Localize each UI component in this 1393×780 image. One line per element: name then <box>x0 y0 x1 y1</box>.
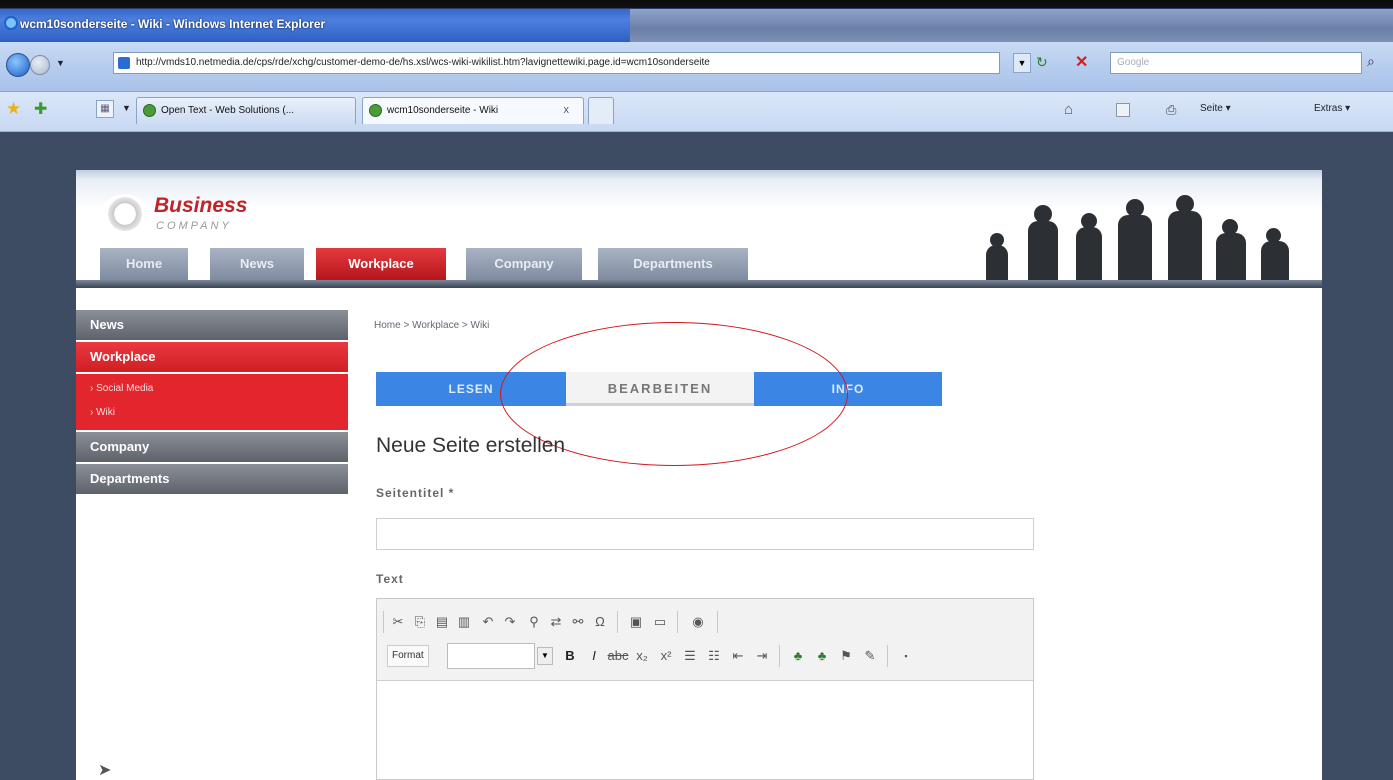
topnav-workplace[interactable]: Workplace <box>316 248 446 280</box>
undo-icon[interactable]: ↶ <box>477 611 499 633</box>
print-icon[interactable]: ⎙ <box>1166 102 1176 118</box>
paste-word-icon[interactable]: ▥ <box>453 611 475 633</box>
sidebar-subitem-wiki[interactable]: › Wiki <box>90 402 348 426</box>
replace-icon[interactable]: ⇄ <box>545 611 567 633</box>
ie-icon <box>4 16 18 30</box>
paste-icon[interactable]: ▤ <box>431 611 453 633</box>
sidebar-subitem-social-media[interactable]: › Social Media <box>90 378 348 402</box>
topnav-departments[interactable]: Departments <box>598 248 748 280</box>
favorites-star-icon[interactable]: ★ <box>6 99 21 119</box>
outdent-icon[interactable]: ⇤ <box>727 645 749 667</box>
tab-list-dropdown-icon[interactable]: ▼ <box>122 103 131 113</box>
back-button[interactable] <box>6 53 30 77</box>
address-url: http://vmds10.netmedia.de/cps/rde/xchg/c… <box>136 57 710 68</box>
link-icon[interactable]: ⚯ <box>567 611 589 633</box>
quick-tabs-icon[interactable]: ▦ <box>96 100 114 118</box>
more-tools-icon[interactable]: ▪ <box>895 645 917 667</box>
browser-tab-label: Open Text - Web Solutions (... <box>161 105 295 116</box>
titlebar-fade <box>630 9 1393 42</box>
refresh-icon[interactable]: ↻ <box>1036 54 1048 71</box>
add-favorite-icon[interactable]: ✚ <box>34 99 47 119</box>
topnav-news[interactable]: News <box>210 248 304 280</box>
logo-subtitle: COMPANY <box>156 220 232 232</box>
tools-menu-button[interactable]: Extras ▾ <box>1314 103 1350 114</box>
source-icon[interactable]: ◉ <box>687 611 709 633</box>
address-input[interactable]: http://vmds10.netmedia.de/cps/rde/xchg/c… <box>113 52 1000 74</box>
unlink-icon[interactable]: ♣ <box>811 645 833 667</box>
mouse-cursor-icon: ➤ <box>98 762 112 779</box>
stop-icon[interactable]: ✕ <box>1075 52 1088 72</box>
strike-icon[interactable]: abc <box>607 645 629 667</box>
bold-icon[interactable]: B <box>559 645 581 667</box>
site-header: Business COMPANY Home News Workplace Com… <box>76 170 1322 288</box>
sidebar-item-workplace[interactable]: Workplace <box>76 342 348 374</box>
window-titlebar: wcm10sonderseite - Wiki - Windows Intern… <box>0 0 1393 42</box>
special-char-icon[interactable]: Ω <box>589 611 611 633</box>
find-icon[interactable]: ⚲ <box>523 611 545 633</box>
logo-name: Business <box>154 194 248 217</box>
editor-toolbar: ✂ ⎘ ▤ ▥ ↶ ↷ ⚲ ⇄ ⚯ Ω ▣ ▭ ◉ Format ▼ B I a… <box>377 599 1033 681</box>
browser-tab-wiki[interactable]: wcm10sonderseite - Wiki x <box>362 97 584 124</box>
cut-icon[interactable]: ✂ <box>387 611 409 633</box>
subscript-icon[interactable]: x₂ <box>631 645 653 667</box>
format-select[interactable] <box>447 643 535 669</box>
sidebar-item-news[interactable]: News <box>76 310 348 342</box>
page-title-input[interactable] <box>376 518 1034 550</box>
bullet-list-icon[interactable]: ☷ <box>703 645 725 667</box>
sidebar-submenu: › Social Media › Wiki <box>76 374 348 432</box>
table-icon[interactable]: ▭ <box>649 611 671 633</box>
topnav-company[interactable]: Company <box>466 248 582 280</box>
sidebar-item-departments[interactable]: Departments <box>76 464 348 496</box>
window-title: wcm10sonderseite - Wiki - Windows Intern… <box>20 17 326 31</box>
topnav-home[interactable]: Home <box>100 248 188 280</box>
search-input[interactable]: Google <box>1110 52 1362 74</box>
close-tab-icon[interactable]: x <box>564 98 570 123</box>
page-title-label: Seitentitel * <box>376 486 455 500</box>
superscript-icon[interactable]: x² <box>655 645 677 667</box>
address-dropdown-icon[interactable]: ▼ <box>1013 53 1031 73</box>
browser-tab-label: wcm10sonderseite - Wiki <box>387 105 499 116</box>
page-icon <box>118 57 130 69</box>
anchor-icon[interactable]: ♣ <box>787 645 809 667</box>
page-title: Neue Seite erstellen <box>376 434 566 457</box>
search-icon[interactable]: ⌕ <box>1367 53 1375 70</box>
indent-icon[interactable]: ⇥ <box>751 645 773 667</box>
spellcheck-icon[interactable]: ✎ <box>859 645 881 667</box>
logo-swirl-icon <box>102 194 148 234</box>
format-label: Format <box>387 645 429 667</box>
ie-page-icon <box>143 104 156 117</box>
flag-icon[interactable]: ⚑ <box>835 645 857 667</box>
history-dropdown-icon[interactable]: ▼ <box>56 58 65 68</box>
nav-divider <box>76 280 1322 288</box>
page-menu-button[interactable]: Seite ▾ <box>1200 103 1231 114</box>
redo-icon[interactable]: ↷ <box>499 611 521 633</box>
browser-tab-opentext[interactable]: Open Text - Web Solutions (... <box>136 97 356 124</box>
feeds-icon[interactable] <box>1116 103 1130 117</box>
ie-page-icon <box>369 104 382 117</box>
new-tab-button[interactable] <box>588 97 614 124</box>
header-people-image <box>856 190 1322 285</box>
editor-content-area[interactable] <box>377 681 1033 779</box>
breadcrumb[interactable]: Home > Workplace > Wiki <box>374 320 489 331</box>
image-icon[interactable]: ▣ <box>625 611 647 633</box>
sidebar-item-company[interactable]: Company <box>76 432 348 464</box>
text-label: Text <box>376 572 404 586</box>
rich-text-editor: ✂ ⎘ ▤ ▥ ↶ ↷ ⚲ ⇄ ⚯ Ω ▣ ▭ ◉ Format ▼ B I a… <box>376 598 1034 780</box>
home-icon[interactable]: ⌂ <box>1064 101 1073 118</box>
website: Business COMPANY Home News Workplace Com… <box>76 170 1322 780</box>
search-placeholder: Google <box>1117 57 1150 68</box>
ordered-list-icon[interactable]: ☰ <box>679 645 701 667</box>
format-dropdown-icon[interactable]: ▼ <box>537 647 553 665</box>
copy-icon[interactable]: ⎘ <box>409 611 431 633</box>
italic-icon[interactable]: I <box>583 645 605 667</box>
forward-button[interactable] <box>30 55 50 75</box>
sidebar: News Workplace › Social Media › Wiki Com… <box>76 310 348 496</box>
